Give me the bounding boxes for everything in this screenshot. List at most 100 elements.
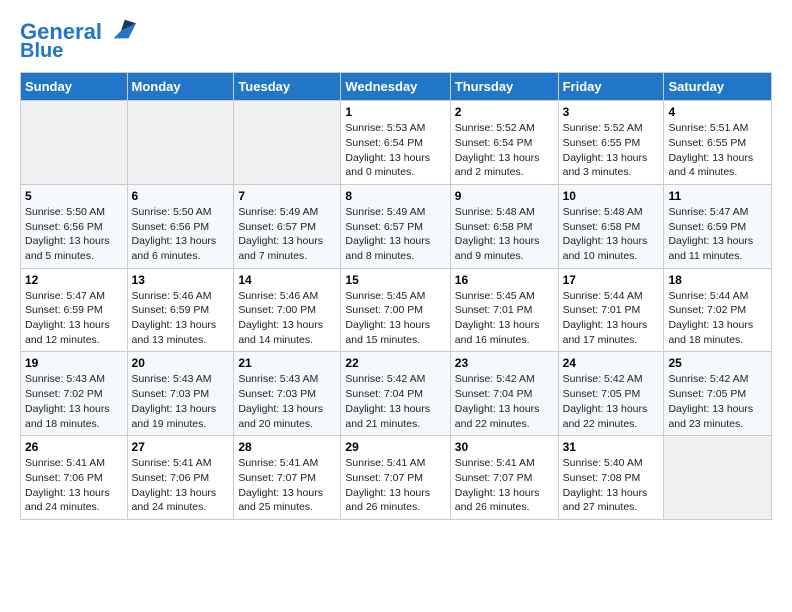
weekday-header-cell: Monday (127, 73, 234, 101)
calendar-cell (234, 101, 341, 185)
day-info: Sunrise: 5:41 AM Sunset: 7:07 PM Dayligh… (345, 456, 445, 515)
day-number: 5 (25, 189, 123, 203)
day-info: Sunrise: 5:41 AM Sunset: 7:07 PM Dayligh… (238, 456, 336, 515)
day-number: 7 (238, 189, 336, 203)
calendar-cell: 15 Sunrise: 5:45 AM Sunset: 7:00 PM Dayli… (341, 268, 450, 352)
page-header: General Blue (20, 20, 772, 62)
day-number: 24 (563, 356, 660, 370)
calendar-cell: 18Sunrise: 5:44 AM Sunset: 7:02 PM Dayli… (664, 268, 772, 352)
calendar-cell: 21 Sunrise: 5:43 AM Sunset: 7:03 PM Dayli… (234, 352, 341, 436)
logo-icon (106, 14, 136, 44)
day-info: Sunrise: 5:41 AM Sunset: 7:06 PM Dayligh… (25, 456, 123, 515)
weekday-header-cell: Sunday (21, 73, 128, 101)
calendar-cell: 4 Sunrise: 5:51 AM Sunset: 6:55 PM Daylig… (664, 101, 772, 185)
day-info: Sunrise: 5:44 AM Sunset: 7:02 PM Dayligh… (668, 289, 767, 348)
day-number: 26 (25, 440, 123, 454)
calendar-cell: 26 Sunrise: 5:41 AM Sunset: 7:06 PM Dayli… (21, 436, 128, 520)
day-info: Sunrise: 5:47 AM Sunset: 6:59 PM Dayligh… (668, 205, 767, 264)
day-number: 30 (455, 440, 554, 454)
day-number: 1 (345, 105, 445, 119)
calendar-cell: 12 Sunrise: 5:47 AM Sunset: 6:59 PM Dayli… (21, 268, 128, 352)
day-number: 27 (132, 440, 230, 454)
calendar-cell (21, 101, 128, 185)
day-number: 12 (25, 273, 123, 287)
day-number: 15 (345, 273, 445, 287)
day-number: 9 (455, 189, 554, 203)
day-info: Sunrise: 5:42 AM Sunset: 7:05 PM Dayligh… (563, 372, 660, 431)
calendar-cell: 27 Sunrise: 5:41 AM Sunset: 7:06 PM Dayli… (127, 436, 234, 520)
day-number: 11 (668, 189, 767, 203)
calendar-cell: 16 Sunrise: 5:45 AM Sunset: 7:01 PM Dayli… (450, 268, 558, 352)
calendar-cell: 13 Sunrise: 5:46 AM Sunset: 6:59 PM Dayli… (127, 268, 234, 352)
calendar-cell: 28 Sunrise: 5:41 AM Sunset: 7:07 PM Dayli… (234, 436, 341, 520)
calendar-cell (127, 101, 234, 185)
calendar-cell: 10 Sunrise: 5:48 AM Sunset: 6:58 PM Dayli… (558, 184, 664, 268)
day-number: 16 (455, 273, 554, 287)
day-number: 10 (563, 189, 660, 203)
day-info: Sunrise: 5:41 AM Sunset: 7:06 PM Dayligh… (132, 456, 230, 515)
day-info: Sunrise: 5:40 AM Sunset: 7:08 PM Dayligh… (563, 456, 660, 515)
calendar-cell: 8Sunrise: 5:49 AM Sunset: 6:57 PM Daylig… (341, 184, 450, 268)
day-number: 28 (238, 440, 336, 454)
weekday-header-cell: Thursday (450, 73, 558, 101)
calendar-cell: 17 Sunrise: 5:44 AM Sunset: 7:01 PM Dayli… (558, 268, 664, 352)
calendar-cell: 11 Sunrise: 5:47 AM Sunset: 6:59 PM Dayli… (664, 184, 772, 268)
calendar-cell: 29 Sunrise: 5:41 AM Sunset: 7:07 PM Dayli… (341, 436, 450, 520)
calendar-cell: 6 Sunrise: 5:50 AM Sunset: 6:56 PM Daylig… (127, 184, 234, 268)
day-number: 13 (132, 273, 230, 287)
day-info: Sunrise: 5:43 AM Sunset: 7:02 PM Dayligh… (25, 372, 123, 431)
calendar-cell: 14 Sunrise: 5:46 AM Sunset: 7:00 PM Dayli… (234, 268, 341, 352)
day-number: 17 (563, 273, 660, 287)
day-info: Sunrise: 5:47 AM Sunset: 6:59 PM Dayligh… (25, 289, 123, 348)
day-info: Sunrise: 5:51 AM Sunset: 6:55 PM Dayligh… (668, 121, 767, 180)
calendar-week-row: 26 Sunrise: 5:41 AM Sunset: 7:06 PM Dayli… (21, 436, 772, 520)
calendar-cell: 30 Sunrise: 5:41 AM Sunset: 7:07 PM Dayli… (450, 436, 558, 520)
day-info: Sunrise: 5:45 AM Sunset: 7:01 PM Dayligh… (455, 289, 554, 348)
day-info: Sunrise: 5:45 AM Sunset: 7:00 PM Dayligh… (345, 289, 445, 348)
logo: General Blue (20, 20, 136, 62)
day-number: 25 (668, 356, 767, 370)
weekday-header-row: SundayMondayTuesdayWednesdayThursdayFrid… (21, 73, 772, 101)
calendar-cell: 22Sunrise: 5:42 AM Sunset: 7:04 PM Dayli… (341, 352, 450, 436)
day-number: 4 (668, 105, 767, 119)
calendar-cell (664, 436, 772, 520)
weekday-header-cell: Tuesday (234, 73, 341, 101)
calendar-week-row: 1 Sunrise: 5:53 AM Sunset: 6:54 PM Daylig… (21, 101, 772, 185)
day-number: 22 (345, 356, 445, 370)
day-info: Sunrise: 5:53 AM Sunset: 6:54 PM Dayligh… (345, 121, 445, 180)
day-number: 14 (238, 273, 336, 287)
day-number: 8 (345, 189, 445, 203)
calendar-cell: 25 Sunrise: 5:42 AM Sunset: 7:05 PM Dayli… (664, 352, 772, 436)
day-number: 3 (563, 105, 660, 119)
day-number: 31 (563, 440, 660, 454)
calendar-cell: 31 Sunrise: 5:40 AM Sunset: 7:08 PM Dayli… (558, 436, 664, 520)
day-info: Sunrise: 5:52 AM Sunset: 6:55 PM Dayligh… (563, 121, 660, 180)
day-info: Sunrise: 5:46 AM Sunset: 6:59 PM Dayligh… (132, 289, 230, 348)
calendar-cell: 24 Sunrise: 5:42 AM Sunset: 7:05 PM Dayli… (558, 352, 664, 436)
day-info: Sunrise: 5:42 AM Sunset: 7:05 PM Dayligh… (668, 372, 767, 431)
day-info: Sunrise: 5:43 AM Sunset: 7:03 PM Dayligh… (238, 372, 336, 431)
calendar-cell: 3 Sunrise: 5:52 AM Sunset: 6:55 PM Daylig… (558, 101, 664, 185)
calendar-cell: 9Sunrise: 5:48 AM Sunset: 6:58 PM Daylig… (450, 184, 558, 268)
day-info: Sunrise: 5:41 AM Sunset: 7:07 PM Dayligh… (455, 456, 554, 515)
calendar-week-row: 19Sunrise: 5:43 AM Sunset: 7:02 PM Dayli… (21, 352, 772, 436)
calendar-cell: 23Sunrise: 5:42 AM Sunset: 7:04 PM Dayli… (450, 352, 558, 436)
day-info: Sunrise: 5:46 AM Sunset: 7:00 PM Dayligh… (238, 289, 336, 348)
day-info: Sunrise: 5:50 AM Sunset: 6:56 PM Dayligh… (25, 205, 123, 264)
calendar-cell: 19Sunrise: 5:43 AM Sunset: 7:02 PM Dayli… (21, 352, 128, 436)
calendar-cell: 7 Sunrise: 5:49 AM Sunset: 6:57 PM Daylig… (234, 184, 341, 268)
calendar-table: SundayMondayTuesdayWednesdayThursdayFrid… (20, 72, 772, 520)
day-number: 21 (238, 356, 336, 370)
day-number: 23 (455, 356, 554, 370)
calendar-cell: 20Sunrise: 5:43 AM Sunset: 7:03 PM Dayli… (127, 352, 234, 436)
day-info: Sunrise: 5:44 AM Sunset: 7:01 PM Dayligh… (563, 289, 660, 348)
calendar-week-row: 5 Sunrise: 5:50 AM Sunset: 6:56 PM Daylig… (21, 184, 772, 268)
calendar-cell: 1 Sunrise: 5:53 AM Sunset: 6:54 PM Daylig… (341, 101, 450, 185)
weekday-header-cell: Wednesday (341, 73, 450, 101)
day-info: Sunrise: 5:52 AM Sunset: 6:54 PM Dayligh… (455, 121, 554, 180)
day-info: Sunrise: 5:50 AM Sunset: 6:56 PM Dayligh… (132, 205, 230, 264)
day-info: Sunrise: 5:48 AM Sunset: 6:58 PM Dayligh… (563, 205, 660, 264)
day-number: 29 (345, 440, 445, 454)
day-number: 6 (132, 189, 230, 203)
day-info: Sunrise: 5:49 AM Sunset: 6:57 PM Dayligh… (238, 205, 336, 264)
